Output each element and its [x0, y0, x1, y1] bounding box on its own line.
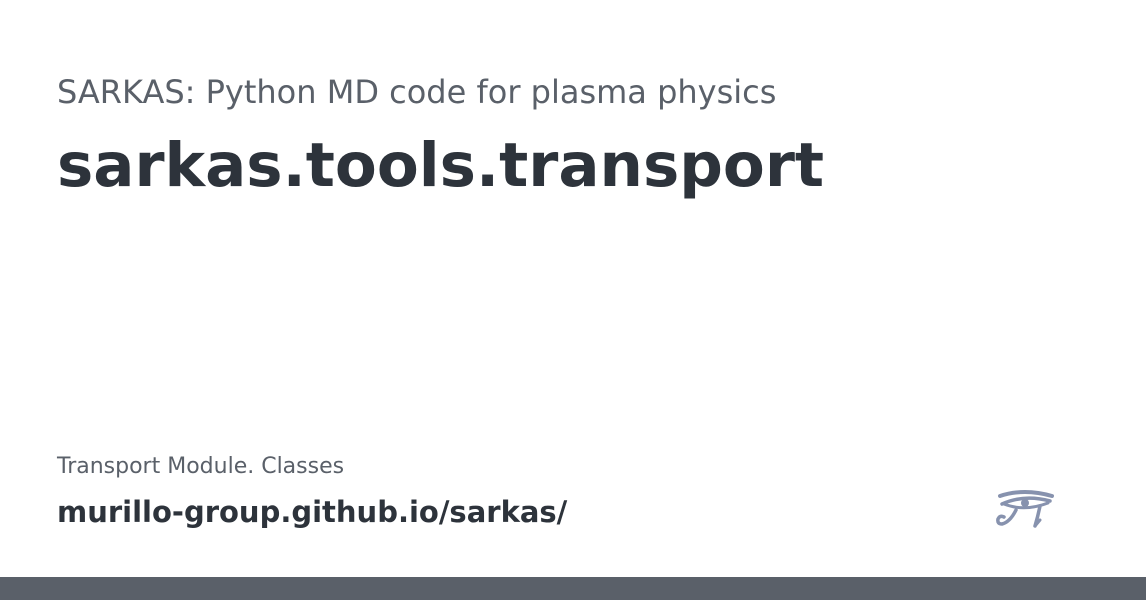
page-description: Transport Module. Classes: [57, 454, 345, 479]
site-url: murillo-group.github.io/sarkas/: [57, 495, 568, 529]
eye-of-horus-icon: [994, 486, 1058, 534]
bottom-accent-bar: [0, 577, 1146, 600]
site-name: SARKAS: Python MD code for plasma physic…: [57, 73, 777, 111]
page-title: sarkas.tools.transport: [57, 130, 825, 201]
